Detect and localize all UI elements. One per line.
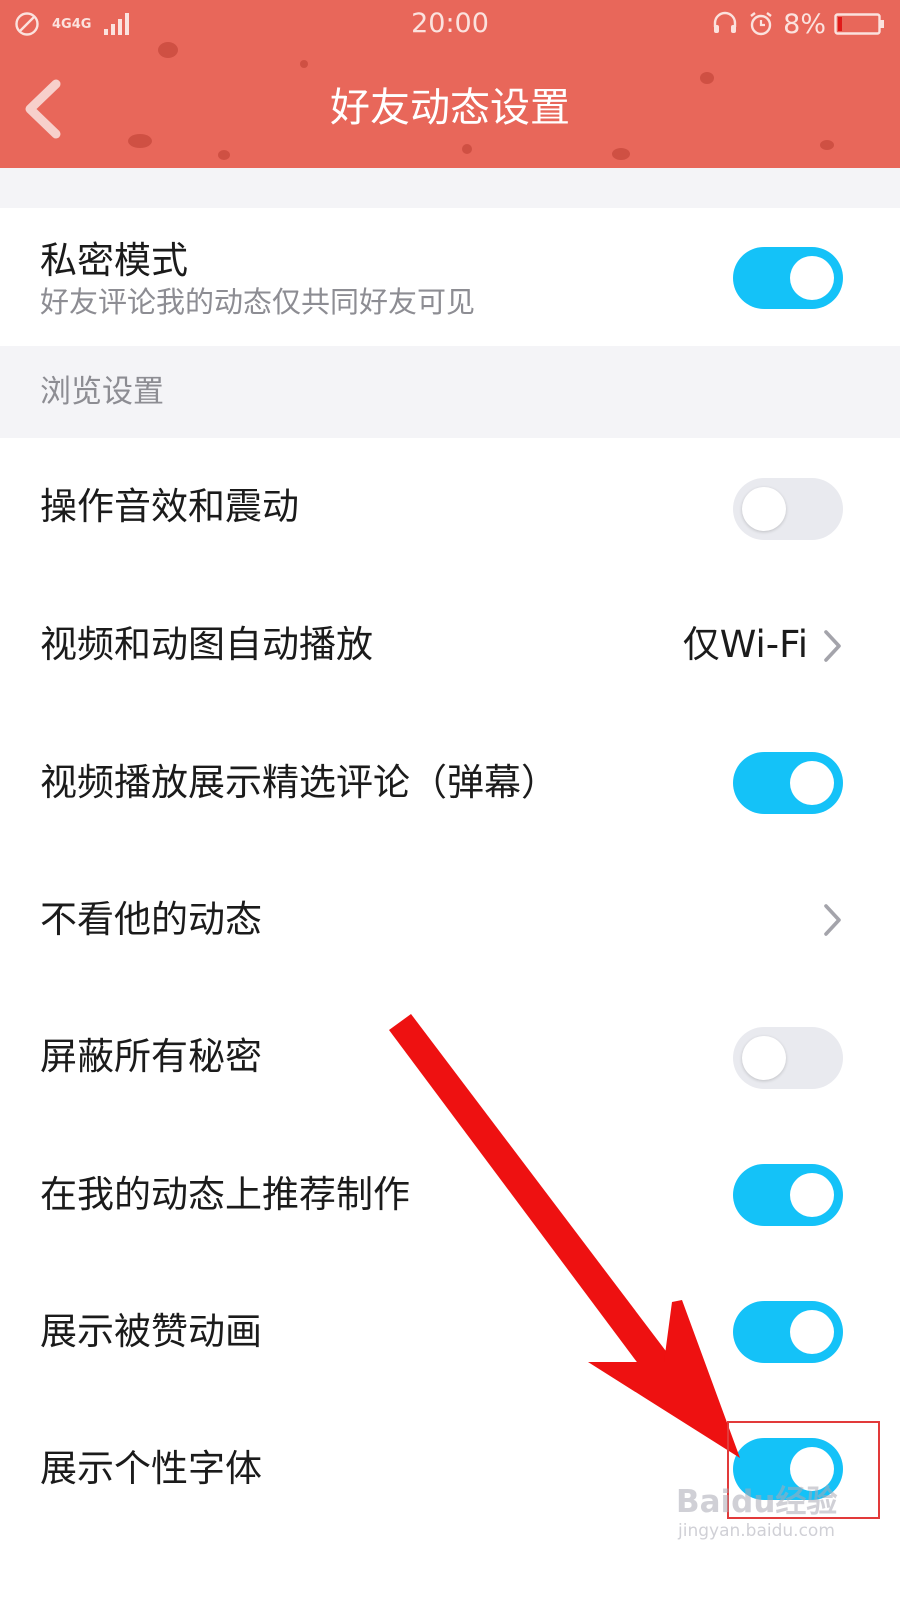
chevron-right-icon[interactable]: [818, 626, 846, 666]
toggle-knob: [790, 1173, 834, 1217]
toggle-knob: [790, 256, 834, 300]
toggle-knob: [790, 1447, 834, 1491]
settings-row-label: 展示个性字体: [40, 1447, 262, 1490]
header-texture-speck: [462, 144, 472, 154]
header-texture-speck: [300, 60, 308, 68]
toggle-knob: [790, 1310, 834, 1354]
toggle-knob: [742, 487, 786, 531]
settings-row-label: 屏蔽所有秘密: [40, 1035, 262, 1078]
settings-row-label: 不看他的动态: [40, 898, 262, 941]
toggle-knob: [742, 1036, 786, 1080]
alarm-clock-icon: [750, 12, 772, 36]
settings-row-label: 展示被赞动画: [40, 1310, 262, 1353]
settings-row-hide-his-feed[interactable]: 不看他的动态: [0, 851, 900, 989]
section-label: 浏览设置: [40, 374, 164, 410]
section-spacer: [0, 168, 900, 208]
header-texture-speck: [820, 140, 834, 150]
like-animation-toggle[interactable]: [733, 1301, 843, 1363]
toggle-knob: [790, 761, 834, 805]
privacy-mode-description: 好友评论我的动态仅共同好友可见: [40, 285, 476, 319]
autoplay-value: 仅Wi-Fi: [682, 623, 808, 666]
header-texture-speck: [612, 148, 630, 160]
sound-vibration-toggle[interactable]: [733, 478, 843, 540]
page-title: 好友动态设置: [330, 85, 570, 131]
status-bar: 4G4G 20:00 8%: [0, 0, 900, 48]
settings-row-video-autoplay[interactable]: 视频和动图自动播放 仅Wi-Fi: [0, 576, 900, 714]
block-secrets-toggle[interactable]: [733, 1027, 843, 1089]
section-header-browse: 浏览设置: [0, 346, 900, 438]
app-header: 4G4G 20:00 8% 好友动态设置: [0, 0, 900, 168]
custom-font-toggle[interactable]: [733, 1438, 843, 1500]
header-texture-speck: [128, 134, 152, 148]
settings-row-label: 操作音效和震动: [40, 485, 299, 528]
chevron-right-icon[interactable]: [818, 900, 846, 940]
settings-row-label: 在我的动态上推荐制作: [40, 1173, 410, 1216]
battery-percentage: 8%: [783, 8, 826, 40]
privacy-mode-toggle[interactable]: [733, 247, 843, 309]
headset-icon: [713, 11, 737, 33]
privacy-mode-label: 私密模式: [40, 239, 188, 282]
recommend-creation-toggle[interactable]: [733, 1164, 843, 1226]
settings-row-label: 视频播放展示精选评论（弹幕）: [40, 761, 558, 804]
header-texture-speck: [218, 150, 230, 160]
danmaku-comments-toggle[interactable]: [733, 752, 843, 814]
battery-low-icon: [834, 13, 884, 35]
settings-row-label: 视频和动图自动播放: [40, 623, 373, 666]
